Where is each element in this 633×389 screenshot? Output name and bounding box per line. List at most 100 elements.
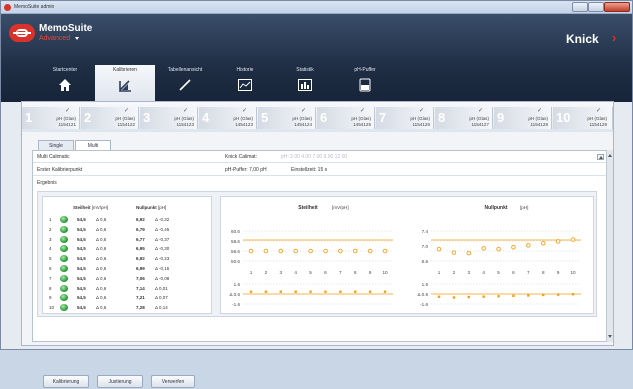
y-tick-label: 50.6 (231, 259, 240, 264)
vertical-scrollbar[interactable] (606, 150, 613, 342)
status-led-icon (60, 245, 68, 253)
probe-slot[interactable]: 5 ✓ pH (Glas) 1454124 (258, 107, 316, 129)
y-tick-label: -1.6 (232, 302, 240, 307)
table-row: 7 54,5 Δ 0,6 7,06 Δ -0,08 (43, 274, 213, 284)
column-title: Steilheit (73, 205, 91, 210)
nullpunkt-value: 6,99 (136, 266, 145, 271)
row-number: 7 (49, 275, 52, 281)
probe-serial: 1154122 (117, 122, 135, 127)
tab-ph-puffer[interactable]: pH-Puffer (335, 65, 395, 102)
nullpunkt-value: 6,92 (136, 217, 145, 222)
tab-startcenter[interactable]: Startcenter (35, 65, 95, 102)
title-bar: MemoSuite admin (1, 1, 632, 14)
data-point (436, 246, 442, 252)
steilheit-value: 54,5 (77, 295, 86, 301)
probe-slot[interactable]: 1 ✓ pH (Glas) 1154121 (22, 107, 80, 129)
x-tick-label: 1 (250, 270, 253, 275)
check-icon: ✓ (478, 108, 484, 114)
x-tick-label: 10 (382, 270, 388, 275)
x-tick-label: 5 (497, 270, 500, 275)
maximize-button[interactable] (588, 2, 604, 12)
probe-slot[interactable]: 2 ✓ pH (Glas) 1154122 (81, 107, 139, 129)
x-tick-label: 9 (369, 270, 372, 275)
nullpunkt-value: 7,06 (136, 275, 145, 281)
x-tick-label: 4 (294, 270, 297, 275)
probe-slot[interactable]: 7 ✓ pH (Glas) 1154126 (376, 107, 434, 129)
table-row: 6 54,5 Δ 0,6 6,99 Δ -0,15 (43, 264, 213, 274)
check-icon: ✓ (537, 108, 543, 114)
check-icon: ✓ (65, 108, 71, 114)
status-led-icon (60, 284, 68, 292)
probe-number: 6 (320, 110, 328, 125)
y-tick-label: Δ 0.6 (418, 292, 429, 297)
x-tick-label: 10 (570, 270, 576, 275)
data-point (323, 248, 328, 254)
steilheit-value: 54,5 (77, 246, 86, 252)
kalibrierung-button[interactable]: Kalibrierung (43, 375, 89, 388)
tab-tabellenansicht[interactable]: Tabellenansicht (155, 65, 215, 102)
probe-slot[interactable]: 3 ✓ pH (Glas) 1154123 (140, 107, 198, 129)
data-point (382, 248, 388, 254)
x-tick-label: 3 (279, 270, 282, 275)
nullpunkt-delta: Δ 0,01 (155, 285, 168, 291)
justierung-button[interactable]: Justierung (97, 375, 143, 388)
probe-slot[interactable]: 4 ✓ pH (Glas) 1454123 (199, 107, 257, 129)
pen-icon (179, 79, 191, 91)
delta-point (527, 294, 530, 297)
data-point (248, 248, 254, 254)
row-label: Multi Calimatic (37, 154, 70, 160)
y-tick-label: 7.4 (422, 229, 429, 234)
delta-point (556, 293, 560, 296)
tab-label: Tabellenansicht (167, 67, 203, 73)
tab-kalibrieren[interactable]: Kalibrieren (95, 65, 155, 102)
delta-point (249, 290, 253, 293)
x-tick-label: 5 (309, 270, 312, 275)
data-point (511, 245, 516, 250)
edition-menu[interactable]: Advanced (39, 35, 70, 42)
data-point (352, 248, 358, 254)
probe-slot[interactable]: 6 ✓ pH (Glas) 1454125 (317, 107, 375, 129)
row-number: 1 (49, 217, 52, 222)
steilheit-value: 54,5 (77, 217, 86, 222)
probe-number: 2 (84, 110, 92, 125)
table-row: 2 54,5 Δ 0,6 6,79 Δ -0,45 (43, 225, 213, 235)
probe-serial: 1454124 (294, 122, 312, 127)
y-tick-label: 60.6 (231, 229, 240, 234)
delta-point (279, 290, 282, 293)
status-led-icon (60, 294, 68, 302)
collapse-button[interactable] (597, 154, 604, 160)
scroll-up-icon[interactable] (608, 154, 612, 157)
delta-point (368, 290, 372, 293)
delta-point (383, 290, 387, 293)
data-point (278, 248, 284, 254)
x-tick-label: 2 (265, 270, 268, 275)
status-led-icon (60, 225, 68, 233)
probe-slot[interactable]: 8 ✓ pH (Glas) 1154127 (435, 107, 493, 129)
buffer-value: pH-Puffer: 7,00 pH (225, 167, 267, 173)
delta-point (324, 290, 327, 293)
column-title: Nullpunkt (136, 205, 157, 210)
close-button[interactable] (604, 2, 630, 12)
y-tick-label: 1.6 (422, 282, 429, 287)
probe-serial: 1154123 (176, 122, 194, 127)
check-icon: ✓ (124, 108, 130, 114)
nullpunkt-value: 6,77 (136, 236, 145, 242)
verwerfen-button[interactable]: Verwerfen (151, 375, 195, 388)
minimize-button[interactable] (572, 2, 588, 12)
data-point (540, 241, 546, 246)
status-led-icon (60, 255, 68, 263)
x-tick-label: 4 (482, 270, 485, 275)
probe-slot[interactable]: 10 ✓ pH (Glas) 1154129 (553, 107, 613, 129)
probe-slot[interactable]: 9 ✓ pH (Glas) 1154128 (494, 107, 552, 129)
tab-statistik[interactable]: Statistik (275, 65, 335, 102)
steilheit-value: 54,5 (77, 236, 86, 242)
scroll-down-icon[interactable] (608, 335, 612, 338)
chevron-down-icon[interactable] (75, 37, 79, 40)
delta-point (354, 290, 357, 293)
probe-type: pH (Glas) (233, 116, 253, 121)
delta-point (264, 290, 268, 293)
steilheit-value: 54,5 (77, 275, 86, 281)
tab-historie[interactable]: Historie (215, 65, 275, 102)
y-tick-label: 6.6 (422, 259, 429, 264)
app-name: MemoSuite (39, 23, 93, 34)
